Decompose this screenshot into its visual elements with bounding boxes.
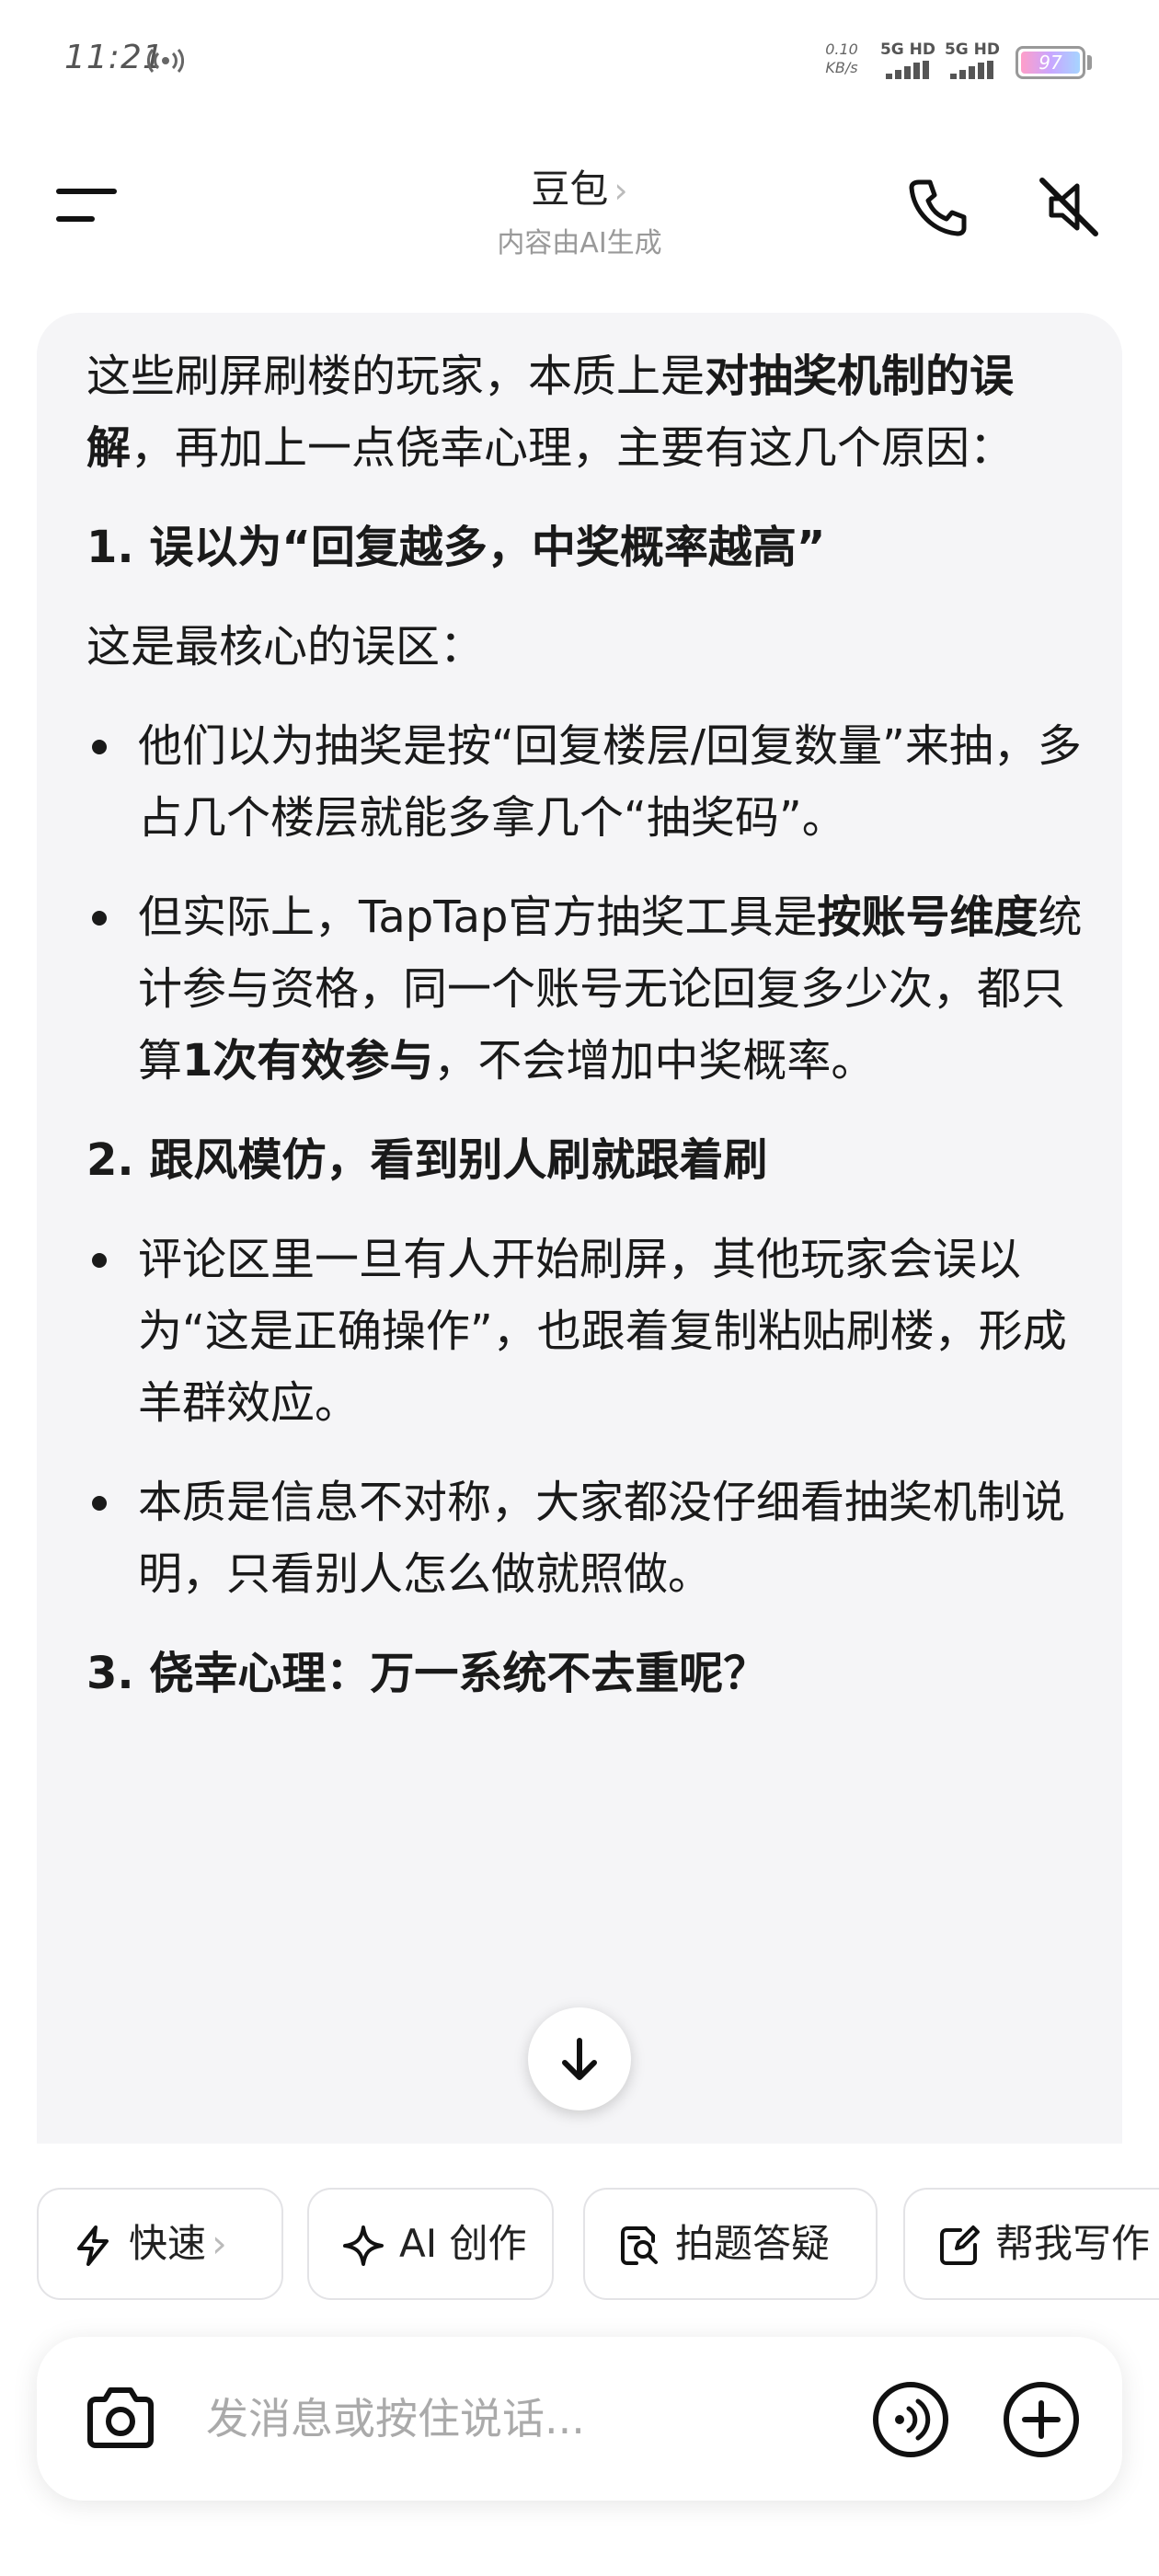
sparkle-icon [343,2225,384,2266]
lightning-icon [77,2225,109,2266]
bot-title[interactable]: 豆包 › 内容由AI生成 [396,158,763,260]
section-heading-2: 2. 跟风模仿，看到别人刷就跟着刷 [86,1134,768,1186]
chip-ai-create[interactable]: AI 创作 [307,2188,554,2300]
list-item: 本质是信息不对称，大家都没仔细看抽奖机制说明，只看别人怎么做就照做。 [86,1466,1089,1610]
chip-quick[interactable]: 快速 › [37,2188,283,2300]
scroll-to-bottom-button[interactable] [528,2007,631,2110]
intro-paragraph: 这些刷屏刷楼的玩家，本质上是对抽奖机制的误解，再加上一点侥幸心理，主要有这几个原… [86,351,1015,474]
message-input[interactable]: 发消息或按住说话... [206,2337,585,2501]
list-item: 他们以为抽奖是按“回复楼层/回复数量”来抽，多占几个楼层就能多拿几个“抽奖码”。 [86,710,1089,854]
chevron-right-icon: › [614,170,628,211]
phone-icon[interactable] [906,175,970,239]
camera-icon[interactable] [83,2381,158,2456]
message-content: 这些刷屏刷楼的玩家，本质上是对抽奖机制的误解，再加上一点侥幸心理，主要有这几个原… [86,340,1089,1737]
edit-icon [940,2225,980,2265]
list-item: 评论区里一旦有人开始刷屏，其他玩家会误以为“这是正确操作”，也跟着复制粘贴刷楼，… [86,1224,1089,1439]
bullet-icon [92,911,107,926]
battery-level: 97 [1039,52,1062,74]
status-bar: 11:21 0.10 KB/s 5G HD 5G HD 97 [0,0,1159,120]
arrow-down-icon [562,2038,597,2080]
section-heading-1: 1. 误以为“回复越多，中奖概率越高” [86,522,826,573]
bullet-icon [92,740,107,754]
menu-icon[interactable] [55,184,120,226]
signal-bars-icon [950,61,993,79]
signal-bars-icon [886,61,929,79]
shortcut-chips: 快速 › AI 创作 拍题答疑 帮我写作 [37,2188,1159,2302]
signal-indicator-1: 5G HD [878,40,937,79]
bullet-icon [92,1496,107,1511]
chat-header: 豆包 › 内容由AI生成 [0,138,1159,267]
message-input-bar: 发消息或按住说话... [37,2337,1122,2501]
section-1-lead: 这是最核心的误区： [86,621,485,673]
network-speed: 0.10 KB/s [825,40,858,76]
ai-disclaimer: 内容由AI生成 [497,227,662,259]
signal-indicator-2: 5G HD [943,40,1002,79]
voice-call-icon[interactable] [872,2381,949,2458]
bullet-icon [92,1253,107,1268]
section-heading-3: 3. 侥幸心理：万一系统不去重呢？ [86,1648,768,1699]
chip-help-write[interactable]: 帮我写作 [903,2188,1159,2300]
hotspot-icon [147,49,184,73]
chevron-right-icon: › [212,2221,227,2266]
list-item: 但实际上，TapTap官方抽奖工具是按账号维度统计参与资格，同一个账号无论回复多… [86,881,1089,1097]
photo-search-icon [621,2226,658,2265]
speaker-muted-icon[interactable] [1035,173,1103,241]
chip-photo-question[interactable]: 拍题答疑 [583,2188,878,2300]
assistant-message-bubble: 这些刷屏刷楼的玩家，本质上是对抽奖机制的误解，再加上一点侥幸心理，主要有这几个原… [37,313,1122,2144]
battery-icon: 97 [1016,46,1085,79]
bot-name: 豆包 [531,167,609,212]
plus-icon[interactable] [1003,2381,1080,2458]
